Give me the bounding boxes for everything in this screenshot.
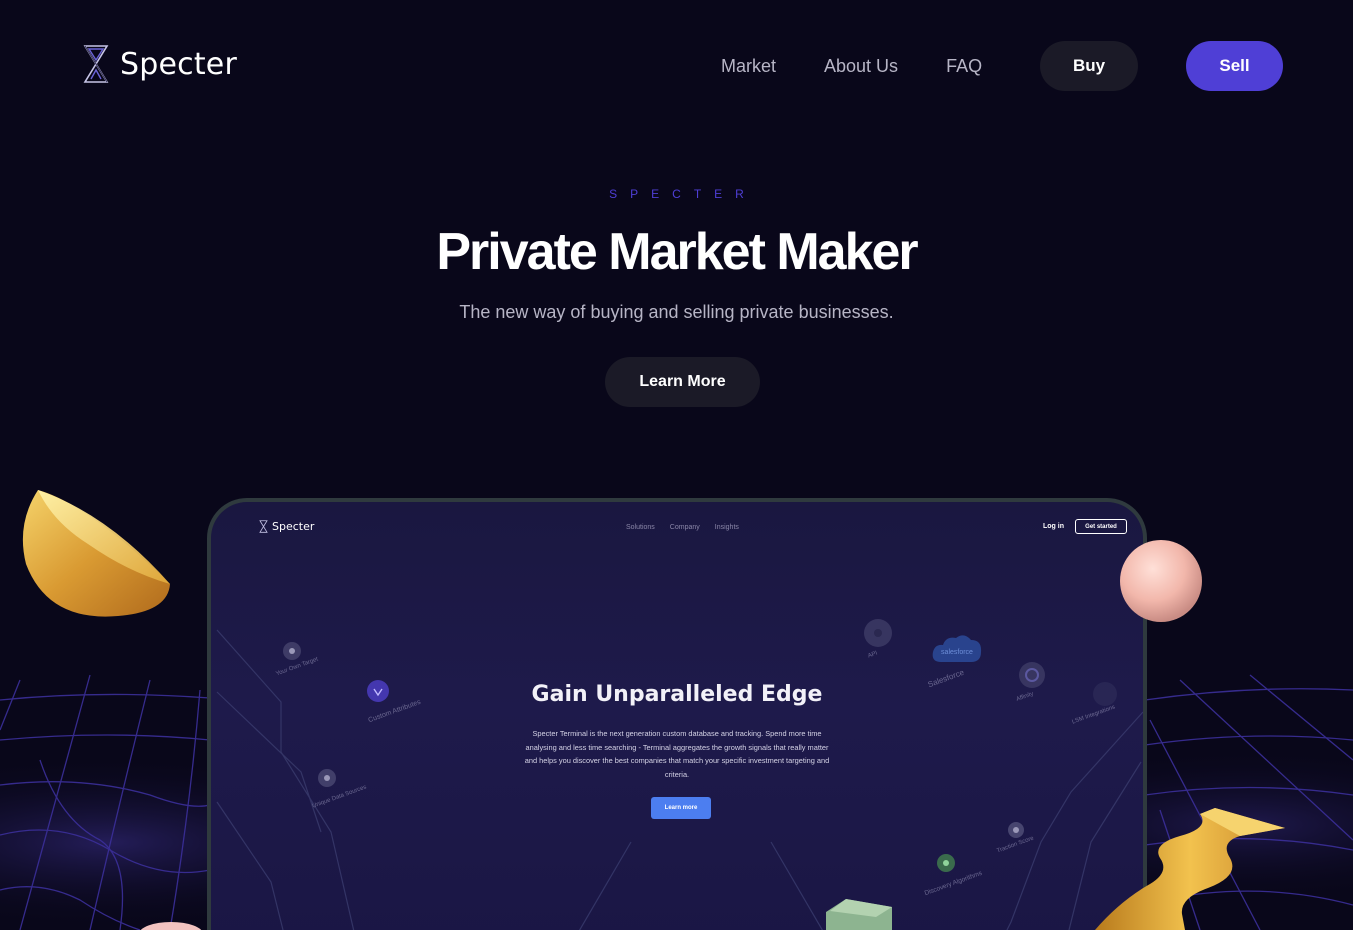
traction-node-icon [1008, 822, 1024, 838]
buy-button[interactable]: Buy [1040, 41, 1138, 91]
pink-sphere-bottom-decoration [140, 922, 202, 930]
specter-hourglass-icon [259, 520, 268, 533]
main-nav: Market About Us FAQ [721, 54, 982, 78]
hero-title: Private Market Maker [436, 223, 918, 281]
mockup-nav-insights: Insights [714, 524, 739, 531]
nav-link-about-us[interactable]: About Us [824, 54, 898, 78]
green-cube-decoration [826, 899, 892, 930]
target-node-icon [283, 642, 301, 660]
learn-more-button[interactable]: Learn More [605, 357, 760, 407]
discovery-node-icon [937, 854, 955, 872]
mockup-brand-name: Specter [272, 520, 315, 533]
mockup-login: Log in [1043, 523, 1064, 530]
mockup-nav-solutions: Solutions [626, 524, 655, 531]
brand-name: Specter [120, 46, 237, 82]
brand-logo[interactable]: Specter [82, 44, 237, 84]
pink-sphere-decoration [1120, 540, 1202, 622]
salesforce-logo-text: salesforce [941, 649, 973, 656]
api-node-icon [864, 619, 892, 647]
mockup-learn-more-button: Learn more [651, 797, 711, 819]
mockup-nav-company: Company [669, 524, 700, 531]
mockup-title: Gain Unparalleled Edge [531, 682, 823, 707]
hero-subtitle: The new way of buying and selling privat… [459, 302, 894, 322]
gold-hemisphere-decoration [22, 490, 170, 617]
gold-ribbon-decoration [1095, 808, 1285, 930]
terminal-screenshot-mockup: Specter Solutions Company Insights Log i… [207, 498, 1147, 930]
mockup-nav: Solutions Company Insights [626, 524, 739, 531]
nav-link-faq[interactable]: FAQ [946, 54, 982, 78]
sell-button[interactable]: Sell [1186, 41, 1283, 91]
data-sources-node-icon [318, 769, 336, 787]
salesforce-cloud-icon: salesforce [932, 635, 982, 662]
specter-hourglass-icon [83, 45, 109, 83]
mockup-get-started-button: Get started [1075, 519, 1127, 534]
top-nav: Specter Market About Us FAQ Buy Sell [0, 0, 1353, 130]
nav-link-market[interactable]: Market [721, 54, 776, 78]
hero-eyebrow: SPECTER [609, 187, 757, 201]
mockup-brand-logo: Specter [259, 520, 314, 533]
mockup-body: Specter Terminal is the next generation … [524, 729, 830, 779]
mockup-connection-lines [216, 629, 1143, 930]
